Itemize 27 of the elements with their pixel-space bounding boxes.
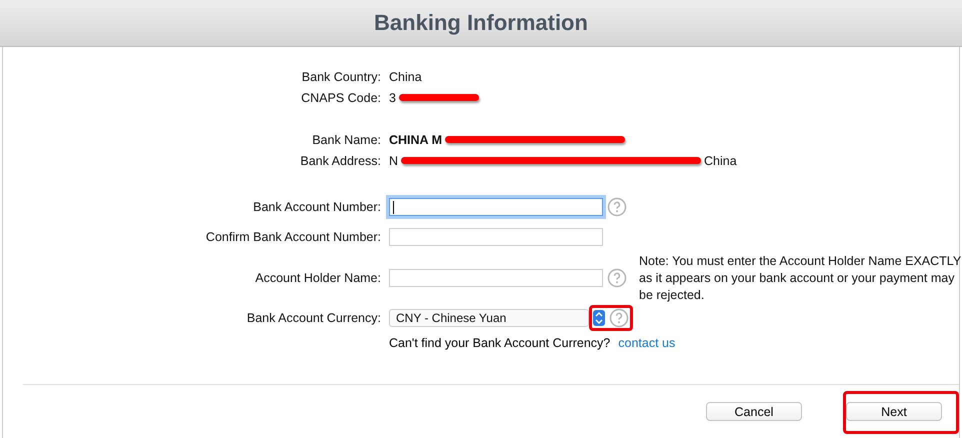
help-icon[interactable] [607, 268, 627, 288]
window-title: Banking Information [374, 10, 588, 36]
field-label: Bank Name: [311, 132, 381, 146]
input-field[interactable] [389, 269, 603, 287]
field-label: Bank Address: [299, 154, 381, 168]
field-label: Bank Account Currency: [246, 311, 381, 325]
input-field[interactable] [389, 228, 603, 246]
field-value: CHINA M [389, 132, 442, 146]
help-icon[interactable] [609, 308, 629, 328]
note-text: Note: You must enter the Account Holder Name EXACTLY as it appears on your bank account or your payment may be rejected. [639, 252, 962, 304]
field-label: Confirm Bank Account Number: [204, 230, 381, 244]
field-label: Bank Account Number: [252, 200, 381, 214]
field-label: Bank Country: [300, 70, 381, 84]
field-label: Account Holder Name: [254, 271, 381, 285]
input-field[interactable] [389, 198, 603, 216]
hint-text: Can't find your Bank Account Currency? [389, 336, 610, 350]
field-value: N [389, 154, 398, 168]
help-icon[interactable] [607, 197, 627, 217]
contact-link[interactable]: contact us [618, 336, 676, 350]
field-value: 3 [389, 90, 396, 104]
field-value: China [389, 70, 422, 84]
field-value: China [704, 154, 737, 168]
cancel-button[interactable]: Cancel [706, 402, 802, 421]
currency-select[interactable]: CNY - Chinese Yuan [389, 309, 589, 327]
next-button[interactable]: Next [846, 402, 942, 421]
field-label: CNAPS Code: [300, 90, 381, 104]
stepper-icon[interactable] [593, 310, 605, 326]
